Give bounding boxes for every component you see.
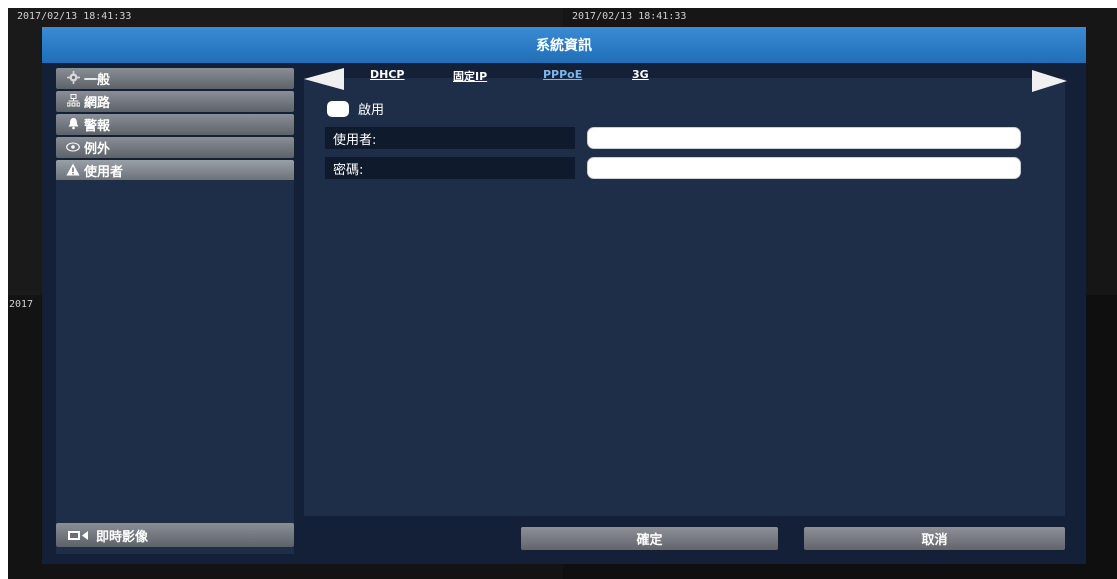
- sidebar-item-label: 警報: [84, 119, 111, 134]
- tab-3g[interactable]: 3G: [632, 68, 649, 81]
- sidebar-item-label: 一般: [84, 73, 111, 88]
- sidebar-panel: [56, 180, 294, 525]
- enable-row: 啟用: [327, 99, 384, 118]
- enable-checkbox[interactable]: [327, 100, 349, 117]
- next-tab-arrow-icon[interactable]: [1032, 70, 1067, 92]
- sidebar-menu: 一般 網路 警報 例外 使用者 即時影像: [56, 68, 294, 578]
- tab-pppoe[interactable]: PPPoE: [543, 68, 582, 81]
- live-view-button[interactable]: 即時影像: [56, 523, 294, 547]
- previous-tab-arrow-icon[interactable]: [304, 68, 344, 90]
- gear-icon: [65, 70, 81, 87]
- sidebar-item-label: 網路: [84, 96, 111, 111]
- tab-dhcp[interactable]: DHCP: [370, 68, 404, 81]
- sidebar-item-label: 使用者: [84, 165, 124, 180]
- osd-timestamp: 2017: [9, 299, 34, 310]
- password-input[interactable]: [587, 157, 1021, 179]
- live-view-icon: [68, 530, 90, 541]
- warning-icon: [65, 163, 81, 179]
- user-label: 使用者:: [325, 127, 575, 149]
- sidebar-item-user[interactable]: 使用者: [56, 160, 294, 181]
- system-info-dialog: 系統資訊 一般 網路 警報 例外 使用者 即時影像 DHCP 固定IP PPPo…: [42, 27, 1086, 564]
- sidebar-item-label: 例外: [84, 142, 111, 157]
- bell-icon: [65, 117, 81, 133]
- network-icon: [65, 93, 81, 110]
- eye-icon: [65, 141, 81, 155]
- live-view-label: 即時影像: [96, 529, 149, 545]
- dialog-title: 系統資訊: [42, 27, 1086, 63]
- password-label: 密碼:: [325, 157, 575, 179]
- sidebar-item-general[interactable]: 一般: [56, 68, 294, 89]
- tab-static-ip[interactable]: 固定IP: [453, 68, 487, 84]
- osd-timestamp: 2017/02/13 18:41:33: [572, 11, 687, 22]
- sidebar-item-exception[interactable]: 例外: [56, 137, 294, 158]
- sidebar-item-network[interactable]: 網路: [56, 91, 294, 112]
- ok-button[interactable]: 確定: [521, 527, 778, 550]
- sidebar-footer-panel: [56, 547, 294, 554]
- cancel-button[interactable]: 取消: [804, 527, 1065, 550]
- osd-timestamp: 2017/02/13 18:41:33: [17, 11, 132, 22]
- enable-label: 啟用: [358, 103, 385, 118]
- sidebar-item-alarm[interactable]: 警報: [56, 114, 294, 135]
- user-input[interactable]: [587, 127, 1021, 149]
